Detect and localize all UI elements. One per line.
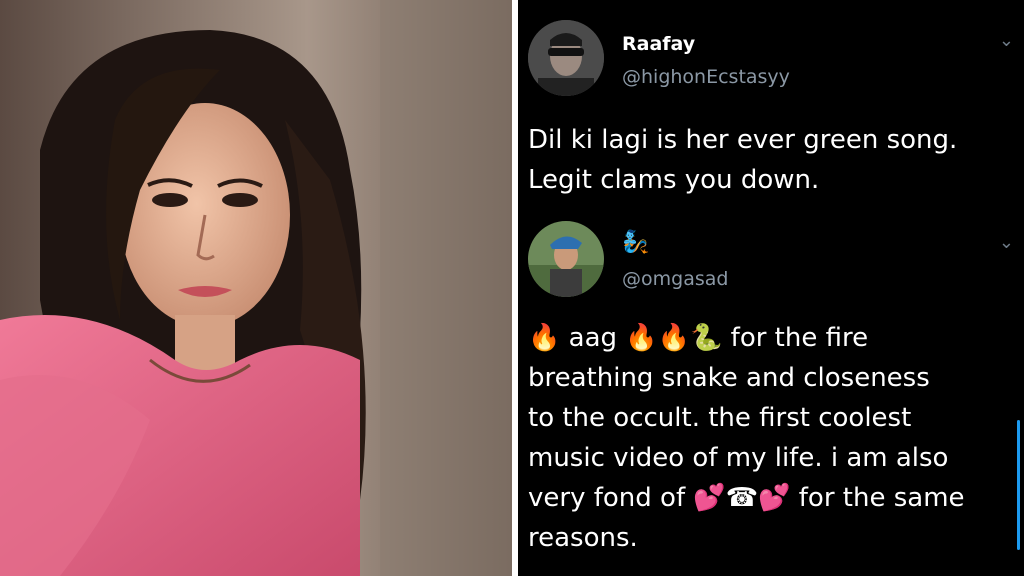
- tweet-text-line: 🔥 aag 🔥🔥🐍 for the fire: [528, 318, 1018, 358]
- user-handle[interactable]: @highonEcstasyy: [622, 66, 790, 88]
- tweet-text-line: breathing snake and closeness: [528, 363, 930, 393]
- tweet-raafay: Raafay @highonEcstasyy ⌄ Dil ki lagi is …: [518, 0, 1024, 220]
- display-name-genie-emoji[interactable]: 🧞: [622, 230, 649, 255]
- tweet-text-line: Dil ki lagi is her ever green song.: [528, 125, 958, 155]
- tweet-text-segment: for the same: [790, 483, 965, 513]
- portrait-photo: [0, 0, 512, 576]
- avatar-image: [528, 221, 604, 297]
- tweet-text-segment: for the fire: [722, 323, 869, 353]
- display-name[interactable]: Raafay: [622, 33, 695, 55]
- avatar-image: [528, 20, 604, 96]
- tweet-text-line: very fond of 💕☎💕 for the same: [528, 478, 1018, 518]
- tweet-text-line: music video of my life. i am also: [528, 443, 949, 473]
- hearts-phone-icons: 💕☎💕: [693, 483, 791, 513]
- tweet-text: Dil ki lagi is her ever green song. Legi…: [528, 120, 1018, 200]
- tweet-text-line: Legit clams you down.: [528, 165, 820, 195]
- user-handle[interactable]: @omgasad: [622, 268, 728, 290]
- tweet-text: 🔥 aag 🔥🔥🐍 for the fire breathing snake a…: [528, 318, 1018, 558]
- tweet-omgasad: 🧞 @omgasad ⌄ 🔥 aag 🔥🔥🐍 for the fire brea…: [518, 220, 1024, 576]
- tweet-text-segment: very fond of: [528, 483, 694, 513]
- avatar[interactable]: [528, 221, 604, 297]
- tweet-text-line: to the occult. the first coolest: [528, 403, 912, 433]
- portrait-illustration: [0, 0, 512, 576]
- tweet-thread: Raafay @highonEcstasyy ⌄ Dil ki lagi is …: [518, 0, 1024, 576]
- tweet-text-segment: aag: [560, 323, 626, 353]
- fire-icon: 🔥: [528, 323, 561, 353]
- chevron-down-icon[interactable]: ⌄: [999, 30, 1014, 51]
- avatar[interactable]: [528, 20, 604, 96]
- scrollbar[interactable]: [1017, 420, 1020, 550]
- tweet-text-line: reasons.: [528, 523, 638, 553]
- chevron-down-icon[interactable]: ⌄: [999, 232, 1014, 253]
- fire-snake-icons: 🔥🔥🐍: [625, 323, 723, 353]
